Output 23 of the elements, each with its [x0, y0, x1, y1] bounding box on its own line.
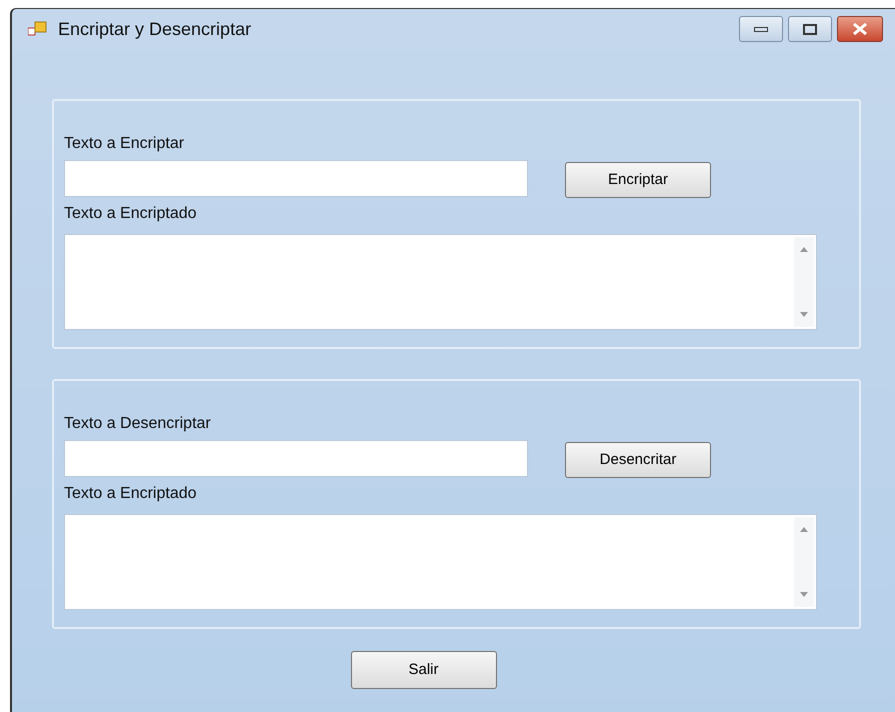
- field-label: Texto a Encriptado: [64, 484, 198, 504]
- window-title: Encriptar y Desencriptar: [58, 18, 252, 41]
- maximize-button[interactable]: [788, 16, 832, 42]
- encrypt-button[interactable]: Encriptar: [565, 162, 711, 198]
- input-field[interactable]: [64, 440, 528, 476]
- scroll-up-icon[interactable]: [800, 527, 808, 532]
- scrollbar[interactable]: [794, 517, 814, 607]
- text-area[interactable]: [64, 514, 817, 610]
- minimize-button[interactable]: [739, 16, 783, 42]
- scrollbar[interactable]: [794, 237, 814, 327]
- field-label: Texto a Encriptado: [64, 204, 198, 224]
- field-label: Texto a Desencriptar: [64, 414, 212, 434]
- decrypt-button[interactable]: Desencritar: [565, 442, 711, 478]
- scroll-up-icon[interactable]: [800, 247, 808, 252]
- scroll-down-icon[interactable]: [800, 312, 808, 317]
- field-label: Texto a Encriptar: [64, 134, 186, 154]
- close-button[interactable]: [837, 16, 883, 42]
- input-field[interactable]: [64, 160, 528, 196]
- close-icon[interactable]: [852, 23, 868, 35]
- text-area[interactable]: [64, 234, 817, 330]
- scroll-down-icon[interactable]: [800, 592, 808, 597]
- exit-button[interactable]: Salir: [350, 651, 496, 689]
- app-icon: [28, 20, 48, 38]
